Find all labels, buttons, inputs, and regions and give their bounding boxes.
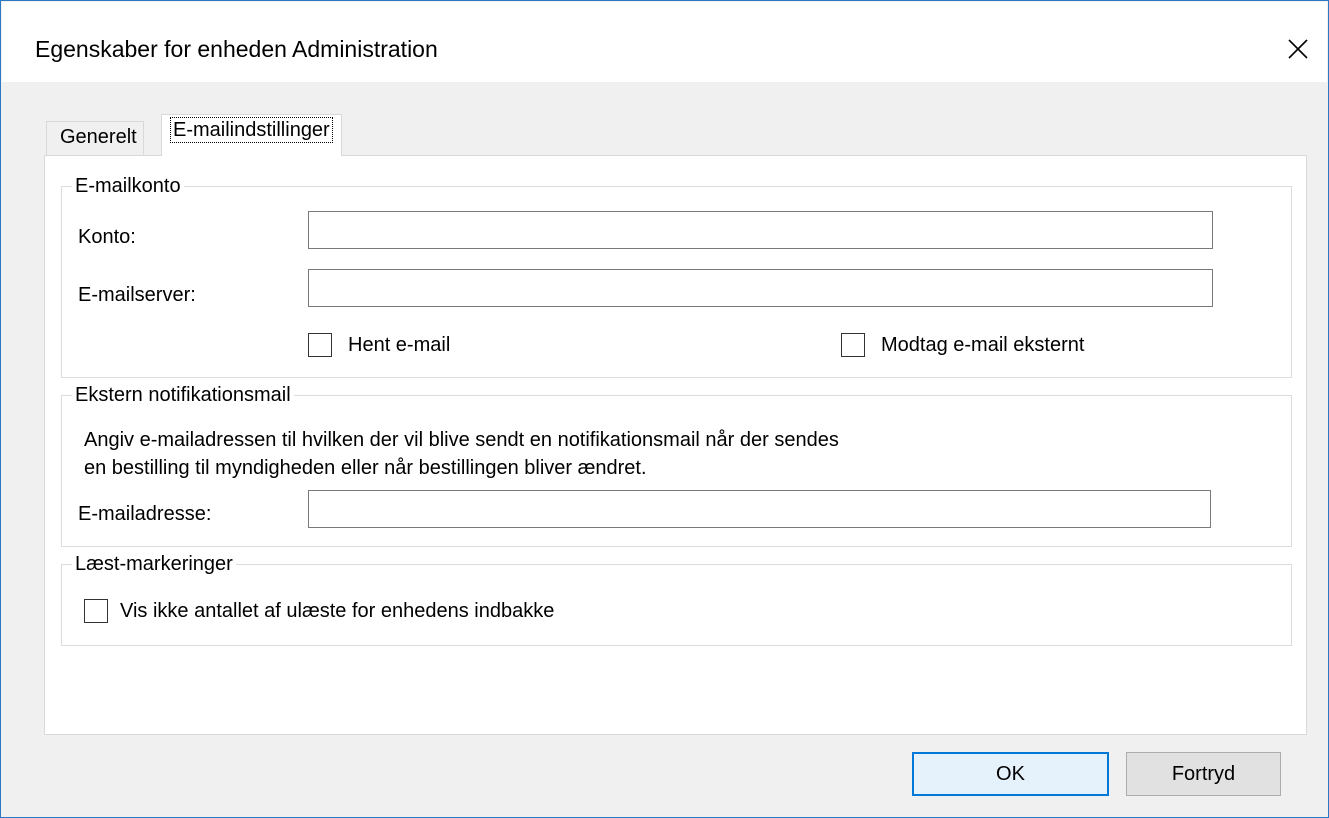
account-label: Konto: xyxy=(78,226,136,248)
group-email-account-legend: E-mailkonto xyxy=(72,174,184,198)
tab-generelt[interactable]: Generelt xyxy=(46,121,144,155)
group-read-markings-legend: Læst-markeringer xyxy=(72,552,236,576)
group-external-notification: Ekstern notifikationsmail Angiv e-mailad… xyxy=(61,383,1292,547)
email-server-label: E-mailserver: xyxy=(78,284,196,306)
email-server-input[interactable] xyxy=(308,269,1213,307)
fetch-mail-checkbox[interactable] xyxy=(308,333,332,357)
receive-external-label: Modtag e-mail eksternt xyxy=(881,334,1085,356)
tab-generelt-label: Generelt xyxy=(60,126,137,148)
hide-unread-count-checkbox[interactable] xyxy=(84,599,108,623)
tab-email-settings[interactable]: E-mailindstillinger xyxy=(161,114,342,156)
group-email-account: E-mailkonto Konto: E-mailserver: Hent e-… xyxy=(61,174,1292,378)
notification-description-line1: Angiv e-mailadressen til hvilken der vil… xyxy=(84,429,839,451)
close-button[interactable] xyxy=(1267,22,1327,77)
title-bar: Egenskaber for enheden Administration xyxy=(2,2,1327,82)
group-read-markings: Læst-markeringer Vis ikke antallet af ul… xyxy=(61,552,1292,646)
properties-dialog: Egenskaber for enheden Administration Ge… xyxy=(0,0,1329,818)
notification-description-line2: en bestilling til myndigheden eller når … xyxy=(84,457,647,479)
email-address-input[interactable] xyxy=(308,490,1211,528)
tab-email-settings-label: E-mailindstillinger xyxy=(170,117,333,143)
hide-unread-count-label: Vis ikke antallet af ulæste for enhedens… xyxy=(120,600,555,622)
close-icon xyxy=(1288,39,1308,59)
fetch-mail-label: Hent e-mail xyxy=(348,334,451,356)
account-input[interactable] xyxy=(308,211,1213,249)
ok-button[interactable]: OK xyxy=(912,752,1109,796)
email-address-label: E-mailadresse: xyxy=(78,503,212,525)
cancel-button[interactable]: Fortryd xyxy=(1126,752,1281,796)
tab-panel-email-settings: E-mailkonto Konto: E-mailserver: Hent e-… xyxy=(44,155,1307,735)
receive-external-checkbox[interactable] xyxy=(841,333,865,357)
window-title: Egenskaber for enheden Administration xyxy=(35,36,438,62)
group-external-notification-legend: Ekstern notifikationsmail xyxy=(72,383,294,407)
